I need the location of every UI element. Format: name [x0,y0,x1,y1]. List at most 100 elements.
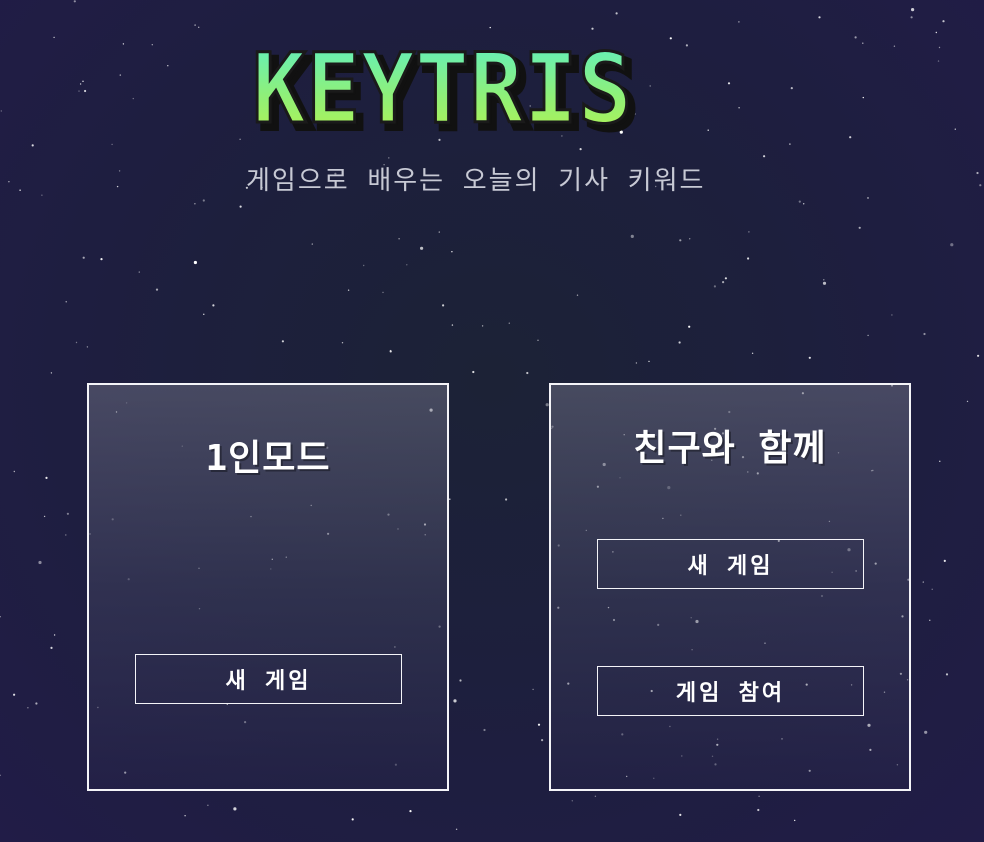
star [451,251,453,253]
star [363,264,365,267]
star [751,352,754,354]
star [82,80,84,83]
star [132,97,134,100]
star [803,203,805,205]
star [388,157,390,159]
single-mode-title: 1인모드 [205,438,331,479]
star [409,810,412,813]
star [184,815,186,817]
star [451,324,454,326]
star [111,143,113,146]
star [849,136,852,139]
star [45,476,48,479]
star [442,304,445,307]
star [198,26,200,28]
star [0,616,1,618]
star [798,200,801,203]
star [122,43,125,45]
star [453,699,457,703]
star [508,322,510,324]
star [790,87,793,90]
star [65,301,67,303]
star [382,291,384,294]
star [86,346,89,348]
star [648,360,650,363]
star [977,354,980,357]
star [194,24,196,26]
star [100,258,103,261]
star [685,44,689,47]
star [688,325,691,328]
star [854,36,857,39]
star [823,279,825,281]
star [0,774,1,776]
star [707,129,709,131]
star [193,260,197,265]
single-mode-panel: 1인모드 새 게임 [87,383,449,791]
multi-new-game-button[interactable]: 새 게임 [597,539,864,589]
star [389,349,392,352]
star [43,515,46,518]
star [207,804,209,806]
star [724,277,728,280]
star [867,197,869,199]
star [929,619,931,621]
star [727,82,731,85]
star [151,44,153,46]
star [571,800,573,802]
star [118,170,121,172]
single-new-game-button[interactable]: 새 게임 [135,654,402,704]
star [13,470,15,473]
star [438,138,441,141]
star [483,728,486,732]
star [935,31,937,34]
star [911,8,915,12]
star [472,370,475,374]
star [942,20,945,23]
star [966,400,969,403]
star [678,341,681,344]
star [53,634,56,636]
star [579,148,582,151]
star [233,807,237,811]
star [489,26,491,29]
star [38,560,42,565]
star [679,239,682,242]
star [862,96,864,99]
star [167,65,169,67]
star [939,460,941,462]
star [8,181,10,183]
star [594,795,597,797]
star [481,325,484,327]
star [311,243,313,245]
star [979,184,982,187]
star [505,498,508,501]
star [41,194,43,196]
star [943,559,946,563]
star [73,0,76,3]
star [945,673,949,676]
star [194,203,196,205]
star [758,795,760,797]
star [50,646,53,650]
star [738,21,740,23]
star [13,693,16,696]
star [541,739,544,742]
star [281,340,284,343]
star [119,74,122,76]
star [389,350,392,353]
star [722,281,725,284]
star [449,498,451,500]
star [79,83,82,85]
star [891,314,893,316]
star [53,36,55,39]
star [35,702,38,705]
star [591,27,594,30]
star [155,288,159,291]
star [858,226,861,229]
star [212,304,215,307]
join-game-button[interactable]: 게임 참여 [597,666,864,716]
multi-mode-panel: 친구와 함께 새 게임 게임 참여 [549,383,911,791]
star [239,138,241,140]
star [976,171,979,175]
